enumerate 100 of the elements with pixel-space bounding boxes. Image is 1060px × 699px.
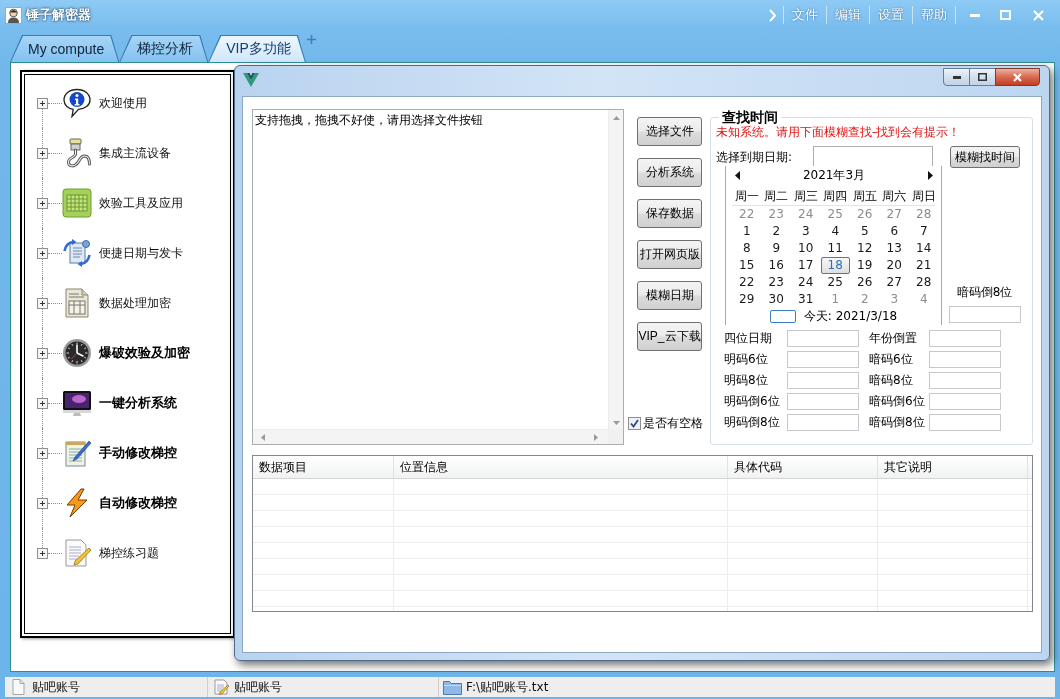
calendar-day[interactable]: 25 <box>820 274 850 291</box>
action-button[interactable]: 打开网页版 <box>637 240 702 269</box>
expand-icon[interactable] <box>37 547 48 559</box>
calendar-day[interactable]: 11 <box>820 240 850 257</box>
input-field[interactable] <box>787 330 859 347</box>
expand-icon[interactable] <box>37 347 48 359</box>
input-field[interactable] <box>787 351 859 368</box>
calendar-day[interactable]: 15 <box>732 257 762 274</box>
scroll-down-icon[interactable] <box>612 421 620 425</box>
calendar-day[interactable]: 16 <box>761 257 791 274</box>
input-field[interactable] <box>787 414 859 431</box>
right-triangle-icon[interactable] <box>928 171 933 180</box>
tree-item-label[interactable]: 效验工具及应用 <box>99 194 183 212</box>
plus-icon[interactable] <box>306 35 316 44</box>
tree-item-label[interactable]: 一键分析系统 <box>99 394 177 412</box>
date-field[interactable] <box>813 146 933 167</box>
chevron-right-icon[interactable] <box>769 8 776 22</box>
checkbox[interactable] <box>628 417 641 430</box>
calendar-day[interactable]: 1 <box>732 223 762 240</box>
tree-item-label[interactable]: 便捷日期与发卡 <box>99 244 183 262</box>
vertical-scrollbar[interactable] <box>608 110 623 429</box>
calendar-day[interactable]: 21 <box>909 257 939 274</box>
action-button[interactable]: 分析系统 <box>637 158 702 187</box>
expand-icon[interactable] <box>37 147 48 159</box>
today-label[interactable]: 今天: 2021/3/18 <box>803 308 898 325</box>
tab[interactable]: 梯控分析 <box>119 35 209 62</box>
action-button[interactable]: 选择文件 <box>637 117 702 146</box>
calendar-day[interactable]: 18 <box>820 257 850 274</box>
calendar-day[interactable]: 30 <box>761 291 791 308</box>
action-button[interactable]: 模糊日期 <box>637 281 702 310</box>
expand-icon[interactable] <box>37 247 48 259</box>
calendar-day[interactable]: 7 <box>909 223 939 240</box>
column-header[interactable]: 位置信息 <box>394 456 728 479</box>
calendar-day[interactable]: 29 <box>732 291 762 308</box>
calendar-day[interactable]: 22 <box>732 274 762 291</box>
tree-item-label[interactable]: 爆破效验及加密 <box>99 344 190 362</box>
expand-icon[interactable] <box>37 397 48 409</box>
expand-icon[interactable] <box>37 97 48 109</box>
calendar-day[interactable]: 8 <box>732 240 762 257</box>
month-label[interactable]: 2021年3月 <box>740 167 928 184</box>
calendar-day[interactable]: 12 <box>850 240 880 257</box>
checkbox-label[interactable]: 是否有空格 <box>643 415 703 432</box>
calendar-day[interactable]: 9 <box>761 240 791 257</box>
column-header[interactable]: 数据项目 <box>253 456 394 479</box>
text-area[interactable]: 支持拖拽，拖拽不好使，请用选择文件按钮 <box>252 109 624 445</box>
tree-item-label[interactable]: 自动修改梯控 <box>99 494 177 512</box>
calendar-day[interactable]: 2 <box>761 223 791 240</box>
calendar-day[interactable]: 19 <box>850 257 880 274</box>
input-field[interactable] <box>948 306 1021 323</box>
calendar-day[interactable]: 27 <box>879 274 909 291</box>
input-field[interactable] <box>929 414 1001 431</box>
input-field[interactable] <box>787 372 859 389</box>
scroll-up-icon[interactable] <box>612 116 620 120</box>
calendar-day[interactable]: 10 <box>791 240 821 257</box>
column-header[interactable]: 其它说明 <box>878 456 1028 479</box>
tree-item-label[interactable]: 集成主流设备 <box>99 144 171 162</box>
calendar-day[interactable]: 17 <box>791 257 821 274</box>
character-icon <box>5 6 22 24</box>
input-field[interactable] <box>929 372 1001 389</box>
calendar-day[interactable]: 4 <box>820 223 850 240</box>
tree-item-label[interactable]: 数据处理加密 <box>99 294 171 312</box>
minimize-button[interactable] <box>943 68 970 86</box>
expand-icon[interactable] <box>37 447 48 459</box>
scroll-left-icon[interactable] <box>261 433 265 441</box>
horizontal-scrollbar[interactable] <box>253 429 608 444</box>
action-button[interactable]: VIP_云下载 <box>637 322 702 351</box>
calendar-day[interactable]: 23 <box>761 274 791 291</box>
scroll-right-icon[interactable] <box>594 433 598 441</box>
action-button[interactable]: 保存数据 <box>637 199 702 228</box>
left-triangle-icon[interactable] <box>735 171 740 180</box>
calendar-day[interactable]: 3 <box>791 223 821 240</box>
input-field[interactable] <box>929 351 1001 368</box>
expand-icon[interactable] <box>37 497 48 509</box>
field-label: 年份倒置 <box>868 330 918 347</box>
expand-icon[interactable] <box>37 197 48 209</box>
calendar-day[interactable]: 24 <box>791 274 821 291</box>
spreadsheet-icon <box>62 188 92 218</box>
expand-icon[interactable] <box>37 297 48 309</box>
search-time-button[interactable]: 模糊找时间 <box>950 146 1020 168</box>
calendar-day[interactable]: 14 <box>909 240 939 257</box>
tree-item-label[interactable]: 梯控练习题 <box>99 544 159 562</box>
tab[interactable]: My compute <box>10 35 120 62</box>
calendar-day[interactable]: 5 <box>850 223 880 240</box>
maximize-button[interactable] <box>969 68 996 86</box>
calendar-day[interactable]: 20 <box>879 257 909 274</box>
input-field[interactable] <box>929 330 1001 347</box>
input-field[interactable] <box>929 393 1001 410</box>
close-button[interactable] <box>995 68 1040 86</box>
v-logo-icon <box>243 73 259 87</box>
calendar-day[interactable]: 13 <box>879 240 909 257</box>
panel-title: 查找时间 <box>721 109 779 125</box>
tree-item-label[interactable]: 手动修改梯控 <box>99 444 177 462</box>
column-header[interactable]: 具体代码 <box>728 456 878 479</box>
calendar-day[interactable]: 6 <box>879 223 909 240</box>
tab[interactable]: VIP多功能 <box>208 35 306 62</box>
calendar-day[interactable]: 31 <box>791 291 821 308</box>
input-field[interactable] <box>787 393 859 410</box>
calendar-day[interactable]: 28 <box>909 274 939 291</box>
tree-item-label[interactable]: 欢迎使用 <box>99 94 147 112</box>
calendar-day[interactable]: 26 <box>850 274 880 291</box>
